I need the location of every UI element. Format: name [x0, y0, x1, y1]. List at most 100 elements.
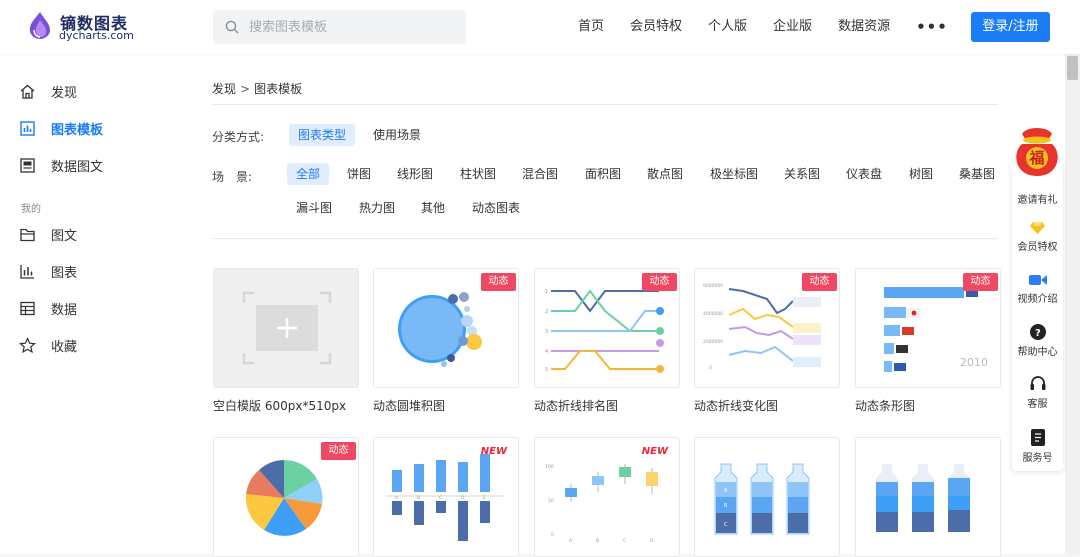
- axis-tick: B: [596, 538, 599, 544]
- table-icon: [20, 301, 35, 316]
- template-card-diverging-bar[interactable]: A B C D E NEW: [373, 437, 519, 557]
- template-title[interactable]: 动态折线变化图: [694, 397, 778, 414]
- floating-side-panel: 邀请有礼 会员特权 视频介绍 ? 帮助中心 客服 服务号: [1012, 163, 1063, 471]
- bar-letter: D: [461, 495, 465, 501]
- help-center-button[interactable]: ? 帮助中心: [1012, 324, 1063, 358]
- scene-mixed[interactable]: 混合图: [513, 163, 567, 185]
- data-article-icon: [20, 158, 35, 173]
- axis-tick: 0: [551, 532, 554, 538]
- scene-tree[interactable]: 树图: [900, 163, 942, 185]
- scene-scatter[interactable]: 散点图: [638, 163, 692, 185]
- scene-pie[interactable]: 饼图: [338, 163, 380, 185]
- bottle-chart-2-thumbnail: [876, 464, 970, 532]
- document-icon: [1030, 429, 1045, 446]
- scene-funnel[interactable]: 漏斗图: [287, 197, 341, 219]
- search-icon: [225, 20, 239, 34]
- scrollbar-thumb[interactable]: [1067, 56, 1078, 80]
- dynamic-tag: 动态: [321, 442, 356, 460]
- template-title[interactable]: 空白模版 600px*510px: [213, 397, 346, 414]
- customer-service-button[interactable]: 客服: [1012, 376, 1063, 410]
- more-menu-button[interactable]: •••: [903, 0, 961, 54]
- template-title[interactable]: 动态条形图: [855, 397, 915, 414]
- search-box[interactable]: [213, 10, 466, 44]
- video-icon: [1028, 275, 1047, 285]
- top-nav: 首页 会员特权 个人版 企业版 数据资源 •••: [565, 0, 961, 54]
- dynamic-tag: 动态: [481, 273, 516, 291]
- svg-text:1: 1: [545, 289, 548, 295]
- scene-area[interactable]: 面积图: [576, 163, 630, 185]
- year-label: 2010: [960, 356, 988, 369]
- headset-icon: [1030, 376, 1045, 390]
- scene-column[interactable]: 柱状图: [451, 163, 505, 185]
- divider: [212, 104, 998, 105]
- help-center-label: 帮助中心: [1017, 347, 1058, 358]
- bottle-label: A: [724, 488, 728, 494]
- sidebar-item-charts[interactable]: 图表: [0, 253, 172, 289]
- help-icon: ?: [1029, 324, 1046, 340]
- login-register-button[interactable]: 登录/注册: [971, 12, 1050, 42]
- my-section-label: 我的: [21, 204, 41, 215]
- category-chart-type[interactable]: 图表类型: [289, 124, 356, 146]
- nav-personal[interactable]: 个人版: [695, 0, 760, 54]
- template-card-circle-stack[interactable]: 动态: [373, 268, 519, 388]
- template-card-bottle-chart-2[interactable]: [855, 437, 1001, 557]
- scene-line[interactable]: 线形图: [388, 163, 442, 185]
- template-title[interactable]: 动态折线排名图: [534, 397, 618, 414]
- sidebar-item-articles[interactable]: 图文: [0, 216, 172, 252]
- breadcrumb-separator: >: [240, 82, 251, 96]
- template-card-bottle-chart[interactable]: A B C: [694, 437, 840, 557]
- membership-button[interactable]: 会员特权: [1012, 221, 1063, 253]
- nav-home[interactable]: 首页: [565, 0, 617, 54]
- scene-all[interactable]: 全部: [287, 163, 330, 185]
- dynamic-tag: 动态: [642, 273, 677, 291]
- bar-letter: C: [439, 495, 442, 501]
- breadcrumb-root[interactable]: 发现: [212, 82, 236, 96]
- svg-text:3: 3: [545, 329, 548, 335]
- template-card-line-change[interactable]: 6000000 4000000 2000000 0 动态: [694, 268, 840, 388]
- scrollbar[interactable]: [1065, 54, 1080, 554]
- lucky-bag-icon[interactable]: 福: [1010, 122, 1064, 180]
- sidebar-item-data-articles[interactable]: 数据图文: [0, 147, 172, 183]
- breadcrumb-current: 图表模板: [254, 82, 303, 96]
- scene-heatmap[interactable]: 热力图: [350, 197, 404, 219]
- scene-sankey[interactable]: 桑基图: [950, 163, 1004, 185]
- axis-tick: A: [569, 538, 573, 544]
- svg-text:4: 4: [545, 349, 548, 355]
- template-card-blank[interactable]: [213, 268, 359, 388]
- sidebar-item-label: 图表: [51, 266, 78, 281]
- bar-letter: E: [483, 495, 486, 501]
- axis-tick: 0: [709, 365, 712, 371]
- svg-text:2: 2: [545, 309, 548, 315]
- search-input[interactable]: [249, 10, 449, 44]
- sidebar-item-data[interactable]: 数据: [0, 290, 172, 326]
- template-card-bar-race[interactable]: 2010 动态: [855, 268, 1001, 388]
- video-intro-button[interactable]: 视频介绍: [1012, 273, 1063, 305]
- service-account-button[interactable]: 服务号: [1012, 429, 1063, 464]
- scene-other[interactable]: 其他: [412, 197, 454, 219]
- sidebar-item-favorites[interactable]: 收藏: [0, 327, 172, 363]
- dynamic-tag: 动态: [802, 273, 837, 291]
- nav-enterprise[interactable]: 企业版: [760, 0, 825, 54]
- scene-gauge[interactable]: 仪表盘: [837, 163, 891, 185]
- nav-data-resources[interactable]: 数据资源: [825, 0, 903, 54]
- sidebar-item-chart-templates[interactable]: 图表模板: [0, 110, 172, 146]
- customer-service-label: 客服: [1027, 399, 1048, 410]
- scene-polar[interactable]: 极坐标图: [701, 163, 767, 185]
- logo[interactable]: 镝数图表 dycharts.com: [26, 10, 156, 44]
- bottle-label: B: [724, 503, 728, 509]
- category-usage-scene[interactable]: 使用场景: [364, 124, 430, 146]
- template-title[interactable]: 动态圆堆积图: [373, 397, 445, 414]
- template-card-boxplot[interactable]: 100 50 0 A B C D NEW: [534, 437, 680, 557]
- axis-tick: 50: [548, 498, 554, 504]
- template-card-pie[interactable]: 动态: [213, 437, 359, 557]
- folder-icon: [20, 228, 35, 242]
- scene-relation[interactable]: 关系图: [775, 163, 829, 185]
- sidebar-item-discover[interactable]: 发现: [0, 73, 172, 109]
- sidebar-item-label: 数据: [51, 303, 78, 318]
- nav-membership[interactable]: 会员特权: [617, 0, 695, 54]
- invite-button[interactable]: 邀请有礼: [1012, 191, 1063, 206]
- axis-tick: 4000000: [703, 311, 723, 317]
- category-label: 分类方式:: [212, 130, 265, 144]
- scene-dynamic[interactable]: 动态图表: [463, 197, 529, 219]
- template-card-line-ranking[interactable]: 1 2 3 4 5 动态: [534, 268, 680, 388]
